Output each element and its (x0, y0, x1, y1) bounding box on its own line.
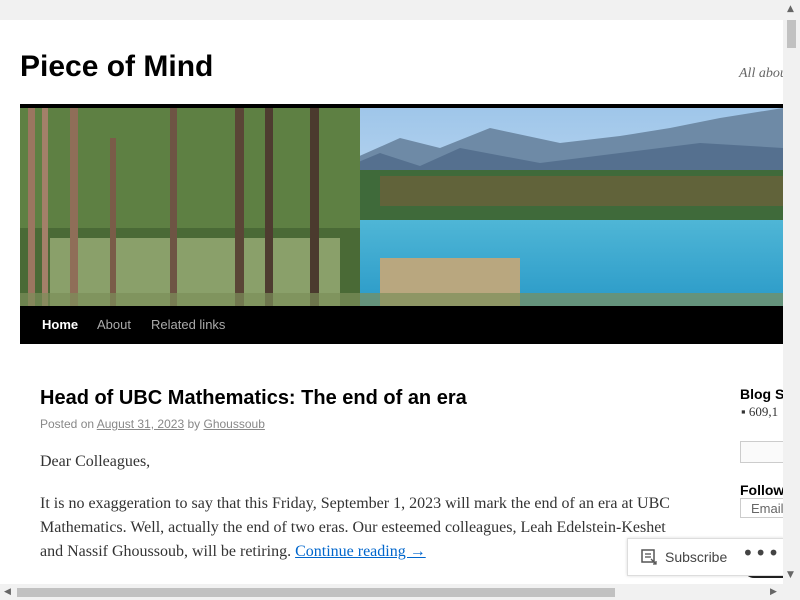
nav-item-related-links[interactable]: Related links (151, 306, 225, 344)
nav-item-home[interactable]: Home (42, 306, 78, 344)
blog-stats-title: Blog S (740, 386, 783, 402)
site-title[interactable]: Piece of Mind (20, 50, 213, 84)
nav-item-about[interactable]: About (97, 306, 131, 344)
more-options-icon[interactable]: ••• (742, 541, 780, 565)
vertical-scroll-thumb[interactable] (787, 20, 796, 48)
subscribe-bar: Subscribe ••• (627, 538, 783, 576)
posted-on-label: Posted on (40, 417, 95, 431)
post-meta: Posted on August 31, 2023 by Ghoussoub (40, 417, 265, 431)
subscribe-icon (641, 549, 657, 570)
sidebar-widget-box (740, 441, 783, 463)
blog-stats-value: 609,1 (748, 404, 779, 419)
follow-title: Follow (740, 482, 783, 498)
main-nav: Home About Related links (20, 306, 783, 344)
post-title[interactable]: Head of UBC Mathematics: The end of an e… (40, 387, 467, 410)
horizontal-scroll-thumb[interactable] (17, 588, 615, 597)
page: Piece of Mind All about (0, 20, 783, 584)
post-body: Dear Colleagues, It is no exaggeration t… (40, 450, 690, 582)
post-greeting: Dear Colleagues, (40, 453, 151, 470)
scroll-right-arrow-icon[interactable]: ▶ (770, 587, 777, 597)
scroll-down-arrow-icon[interactable]: ▼ (787, 570, 794, 580)
post-author-link[interactable]: Ghoussoub (204, 417, 265, 431)
by-label: by (187, 417, 201, 431)
vertical-scrollbar[interactable] (783, 0, 800, 584)
continue-reading-link[interactable]: Continue reading → (295, 543, 426, 560)
subscribe-button[interactable]: Subscribe (665, 549, 727, 565)
scroll-up-arrow-icon[interactable]: ▲ (787, 4, 794, 14)
blog-stats-item: ▪ 609,1 (741, 404, 779, 419)
site-description: All about (739, 66, 783, 81)
post-excerpt: It is no exaggeration to say that this F… (40, 492, 690, 564)
email-field[interactable]: Email (740, 498, 783, 518)
header-image (20, 108, 783, 306)
scroll-left-arrow-icon[interactable]: ◀ (4, 587, 11, 597)
post-date-link[interactable]: August 31, 2023 (97, 417, 184, 431)
